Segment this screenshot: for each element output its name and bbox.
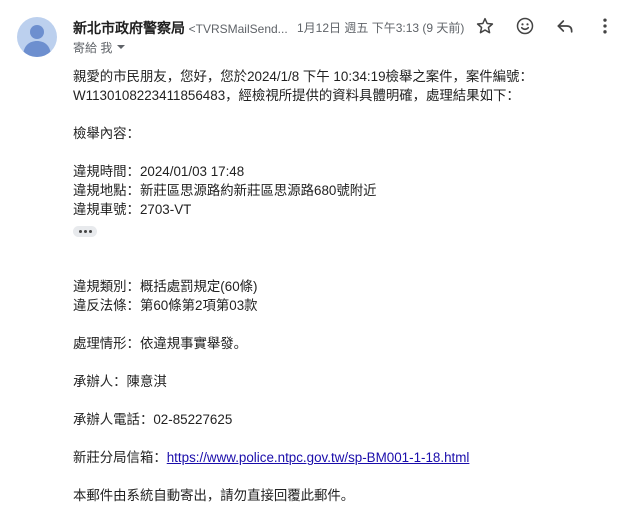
star-icon — [475, 16, 495, 41]
violation-location: 違規地點：新莊區思源路約新莊區思源路680號附近 — [73, 183, 377, 198]
add-reaction-button[interactable] — [511, 14, 539, 42]
more-options-button[interactable] — [591, 14, 619, 42]
branch-mailbox-label: 新莊分局信箱： — [73, 450, 167, 465]
sender-email: <TVRSMailSend... — [188, 22, 288, 36]
message-body: 親愛的市民朋友，您好，您於2024/1/8 下午 10:34:19檢舉之案件，案… — [73, 67, 613, 505]
handler-name: 承辦人：陳意淇 — [73, 374, 167, 389]
branch-mailbox-link[interactable]: https://www.police.ntpc.gov.tw/sp-BM001-… — [167, 450, 470, 465]
reply-icon — [555, 16, 575, 41]
violation-plate: 違規車號：2703-VT — [73, 202, 192, 217]
more-vert-icon — [595, 16, 615, 41]
sender-avatar — [17, 17, 57, 57]
handler-phone: 承辦人電話：02-85227625 — [73, 412, 233, 427]
violation-time: 違規時間：2024/01/03 17:48 — [73, 164, 245, 179]
footer-note: 本郵件由系統自動寄出，請勿直接回覆此郵件。 — [73, 488, 355, 503]
sender-line: 新北市政府警察局 <TVRSMailSend... — [73, 18, 288, 38]
greeting-line-2: W1130108223411856483，經檢視所提供的資料具體明確，處理結果如… — [73, 88, 520, 103]
violation-law: 違反法條：第60條第2項第03款 — [73, 298, 258, 313]
emoji-icon — [515, 16, 535, 41]
star-button[interactable] — [471, 14, 499, 42]
caret-down-icon — [116, 41, 126, 55]
reply-button[interactable] — [551, 14, 579, 42]
message-date: 1月12日 週五 下午3:13 (9 天前) — [297, 21, 465, 35]
recipient-label: 寄給 我 — [73, 41, 113, 55]
recipient-dropdown[interactable]: 寄給 我 — [73, 39, 126, 56]
greeting-line-1: 親愛的市民朋友，您好，您於2024/1/8 下午 10:34:19檢舉之案件，案… — [73, 69, 533, 84]
handling-status: 處理情形：依違規事實舉發。 — [73, 336, 248, 351]
sender-name: 新北市政府警察局 — [73, 20, 185, 36]
violation-category: 違規類別：概括處罰規定(60條) — [73, 279, 258, 294]
branch-mailbox: 新莊分局信箱：https://www.police.ntpc.gov.tw/sp… — [73, 448, 613, 467]
report-heading: 檢舉內容： — [73, 126, 140, 141]
show-trimmed-content-button[interactable] — [73, 226, 97, 237]
